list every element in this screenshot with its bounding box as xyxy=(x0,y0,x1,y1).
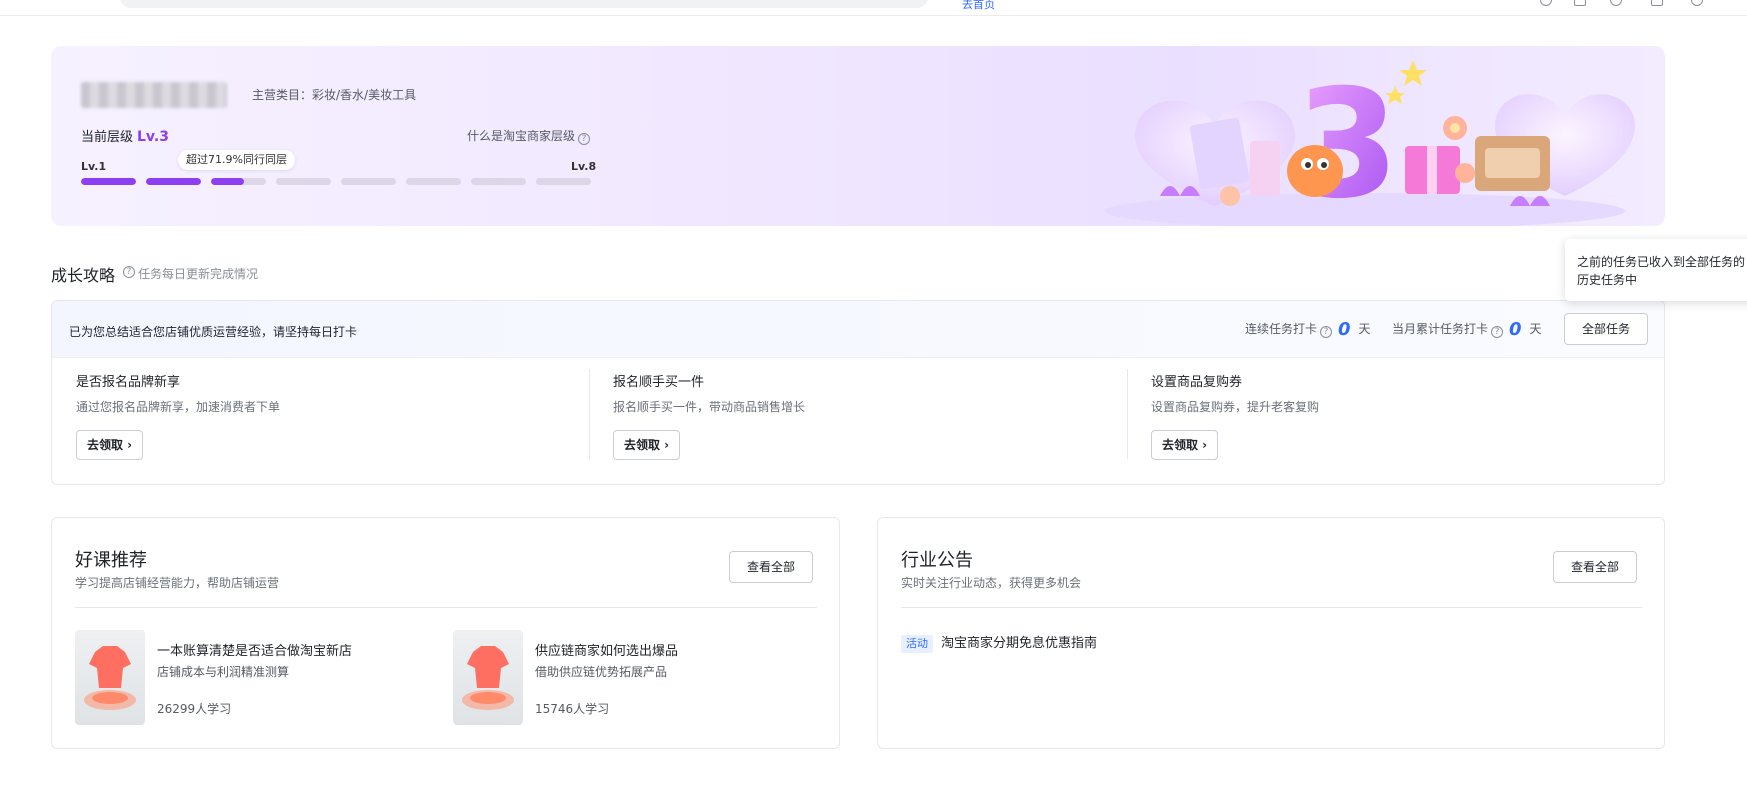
course-learners: 26299人学习 xyxy=(157,702,232,716)
what-is-level-link[interactable]: 什么是淘宝商家层级? xyxy=(467,127,591,145)
task-desc: 通过您报名品牌新享，加速消费者下单 xyxy=(76,400,281,414)
course-title: 供应链商家如何选出爆品 xyxy=(535,644,679,659)
main-category: 主营类目：彩妆/香水/美妆工具 xyxy=(252,88,417,102)
course-thumbnail xyxy=(75,630,145,725)
streak-value: 0 xyxy=(1338,319,1351,340)
course-recommend-card: 好课推荐 学习提高店铺经营能力，帮助店铺运营 查看全部 一本账算清楚是否适合做淘… xyxy=(51,517,840,749)
task-title: 报名顺手买一件 xyxy=(613,375,705,390)
level-progress-segment xyxy=(341,178,396,185)
column-divider xyxy=(589,369,590,459)
notice-card-subtitle: 实时关注行业动态，获得更多机会 xyxy=(901,576,1082,590)
streak-label: 连续任务打卡 xyxy=(1245,322,1318,336)
task-desc: 设置商品复购券，提升老客复购 xyxy=(1151,400,1320,414)
task-item: 设置商品复购券 设置商品复购券，提升老客复购 去领取 › xyxy=(1151,371,1631,471)
current-level-value: Lv.3 xyxy=(137,129,169,145)
course-card-subtitle: 学习提高店铺经营能力，帮助店铺运营 xyxy=(75,576,280,590)
level-progress-segment xyxy=(536,178,591,185)
month-label: 当月累计任务打卡 xyxy=(1392,322,1489,336)
growth-help-icon[interactable]: ? xyxy=(123,266,135,278)
level-min-label: Lv.1 xyxy=(81,160,107,173)
shop-name-blurred xyxy=(81,82,227,108)
question-icon: ? xyxy=(578,133,591,145)
month-value: 0 xyxy=(1509,319,1522,340)
help-icon[interactable] xyxy=(1540,0,1552,6)
growth-guide-subtitle: 任务每日更新完成情况 xyxy=(138,267,259,281)
message-icon[interactable] xyxy=(1651,0,1663,6)
course-thumbnail xyxy=(453,630,523,725)
merchant-level-banner: 主营类目：彩妆/香水/美妆工具 当前层级 Lv.3 什么是淘宝商家层级? Lv.1… xyxy=(51,46,1665,226)
course-item[interactable]: 供应链商家如何选出爆品 借助供应链优势拓展产品 15746人学习 xyxy=(453,630,813,725)
courses-view-all-button[interactable]: 查看全部 xyxy=(729,551,813,583)
level-progress-segment xyxy=(146,178,201,185)
level-progress-segment xyxy=(276,178,331,185)
level-progress-segment xyxy=(471,178,526,185)
industry-notice-card: 行业公告 实时关注行业动态，获得更多机会 查看全部 活动 淘宝商家分期免息优惠指南 xyxy=(877,517,1665,749)
task-title: 是否报名品牌新享 xyxy=(76,375,181,390)
claim-button[interactable]: 去领取 › xyxy=(613,430,681,460)
month-counter: 当月累计任务打卡? 0 天 xyxy=(1392,319,1542,340)
all-tasks-button[interactable]: 全部任务 xyxy=(1564,313,1648,345)
notice-card-title: 行业公告 xyxy=(901,550,973,571)
history-tasks-tooltip: 之前的任务已收入到全部任务的历史任务中 ✕ xyxy=(1565,239,1747,301)
tooltip-text: 之前的任务已收入到全部任务的历史任务中 xyxy=(1577,255,1746,287)
browser-top-strip: 去首页 xyxy=(0,0,1747,16)
level-3-illustration: 3 xyxy=(1105,58,1635,226)
task-card-header: 已为您总结适合您店铺优质运营经验，请坚持每日打卡 连续任务打卡? 0 天 当月累计任… xyxy=(52,301,1664,358)
notices-view-all-button[interactable]: 查看全部 xyxy=(1553,551,1637,583)
level-progress-segment xyxy=(211,178,266,185)
level-progress-fill xyxy=(81,178,136,185)
tshirt-icon xyxy=(462,646,514,710)
card-divider xyxy=(75,607,817,608)
streak-counter: 连续任务打卡? 0 天 xyxy=(1245,319,1371,340)
current-level: 当前层级 Lv.3 xyxy=(81,126,169,145)
notice-text: 淘宝商家分期免息优惠指南 xyxy=(941,636,1098,651)
course-card-title: 好课推荐 xyxy=(75,550,147,571)
bell-icon[interactable] xyxy=(1610,0,1622,6)
course-item[interactable]: 一本账算清楚是否适合做淘宝新店 店铺成本与利润精准测算 26299人学习 xyxy=(75,630,435,725)
course-desc: 借助供应链优势拓展产品 xyxy=(535,665,668,679)
tshirt-icon xyxy=(84,646,136,710)
current-level-label: 当前层级 xyxy=(81,130,134,145)
address-bar[interactable] xyxy=(120,0,928,8)
task-item: 报名顺手买一件 报名顺手买一件，带动商品销售增长 去领取 › xyxy=(613,371,1093,471)
month-help-icon[interactable]: ? xyxy=(1491,326,1504,338)
what-is-level-text: 什么是淘宝商家层级 xyxy=(467,129,576,143)
level-progress-fill xyxy=(211,178,244,185)
growth-guide-title: 成长攻略 xyxy=(51,266,116,285)
task-title: 设置商品复购券 xyxy=(1151,375,1243,390)
course-title: 一本账算清楚是否适合做淘宝新店 xyxy=(157,644,353,659)
level-progress-segment xyxy=(406,178,461,185)
claim-button[interactable]: 去领取 › xyxy=(1151,430,1219,460)
claim-button[interactable]: 去领取 › xyxy=(76,430,144,460)
streak-help-icon[interactable]: ? xyxy=(1320,326,1333,338)
document-icon[interactable] xyxy=(1574,0,1586,6)
daily-task-card: 已为您总结适合您店铺优质运营经验，请坚持每日打卡 连续任务打卡? 0 天 当月累计任… xyxy=(51,300,1665,485)
task-item: 是否报名品牌新享 通过您报名品牌新享，加速消费者下单 去领取 › xyxy=(76,371,556,471)
task-banner-message: 已为您总结适合您店铺优质运营经验，请坚持每日打卡 xyxy=(69,325,358,339)
exceed-peers-tip: 超过71.9%同行同层 xyxy=(178,150,295,170)
month-unit: 天 xyxy=(1529,322,1542,336)
notice-tag: 活动 xyxy=(901,635,933,653)
streak-unit: 天 xyxy=(1358,322,1371,336)
top-hint-link[interactable]: 去首页 xyxy=(962,0,995,12)
level-progress-segment xyxy=(81,178,136,185)
task-desc: 报名顺手买一件，带动商品销售增长 xyxy=(613,400,806,414)
level-progress-fill xyxy=(146,178,201,185)
info-icon[interactable] xyxy=(1691,0,1703,6)
column-divider xyxy=(1127,369,1128,459)
card-divider xyxy=(901,607,1642,608)
course-desc: 店铺成本与利润精准测算 xyxy=(157,665,290,679)
notice-item[interactable]: 活动 淘宝商家分期免息优惠指南 xyxy=(901,632,1097,653)
course-learners: 15746人学习 xyxy=(535,702,610,716)
level-max-label: Lv.8 xyxy=(571,160,597,173)
svg-text:3: 3 xyxy=(1295,58,1399,226)
